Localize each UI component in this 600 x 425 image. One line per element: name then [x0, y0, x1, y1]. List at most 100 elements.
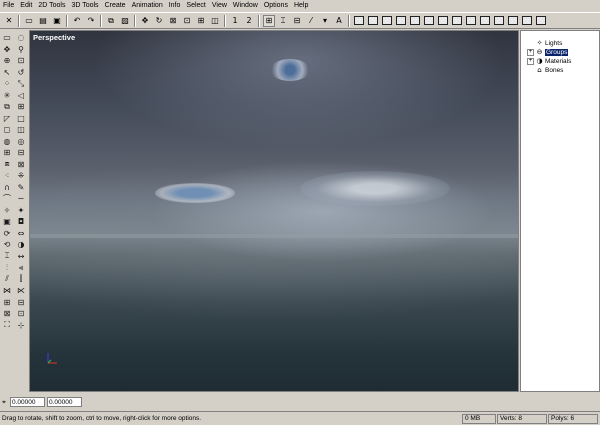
align-icon[interactable]: ⫶	[1, 262, 13, 273]
menu-options[interactable]: Options	[261, 0, 291, 12]
select-group-icon[interactable]: ⊞	[195, 15, 207, 27]
roll-icon[interactable]: ⟲	[1, 239, 13, 250]
tree-item-bones[interactable]: ⌂ Bones	[527, 66, 599, 75]
layout-d-icon[interactable]: ⊡	[15, 308, 27, 319]
scale-tool-icon[interactable]: ⤡	[15, 78, 27, 89]
menu-create[interactable]: Create	[102, 0, 129, 12]
eyedropper-icon[interactable]: ⁄	[305, 15, 317, 27]
menu-animation[interactable]: Animation	[129, 0, 166, 12]
select-face-icon[interactable]: ◫	[209, 15, 221, 27]
layout-four-b-icon[interactable]	[480, 16, 490, 25]
perspective-viewport[interactable]: Perspective	[29, 30, 519, 392]
cube-icon[interactable]: ◫	[15, 124, 27, 135]
height-icon[interactable]: ⌶	[1, 251, 13, 262]
y-coordinate-field[interactable]	[47, 397, 82, 407]
menu-info[interactable]: Info	[166, 0, 184, 12]
undo-icon[interactable]: ↶	[71, 15, 83, 27]
menu-help[interactable]: Help	[291, 0, 311, 12]
box-icon[interactable]: ◻	[1, 124, 13, 135]
layout-b-icon[interactable]: ⊟	[15, 297, 27, 308]
distribute-icon[interactable]: ⫷	[15, 262, 27, 273]
layout-c-icon[interactable]: ⊠	[1, 308, 13, 319]
layout-grid-icon[interactable]	[522, 16, 532, 25]
expand-icon[interactable]: +	[527, 49, 534, 56]
move-icon[interactable]: ✥	[139, 15, 151, 27]
layout-three-icon[interactable]	[396, 16, 406, 25]
light-icon[interactable]: ✧	[1, 205, 13, 216]
menu-window[interactable]: Window	[230, 0, 261, 12]
extrude-icon[interactable]: ⧈	[1, 159, 13, 170]
orbit-icon[interactable]: ⟳	[1, 228, 13, 239]
pointer-icon[interactable]: ↖	[1, 67, 13, 78]
layout-six-icon[interactable]	[508, 16, 518, 25]
bend-icon[interactable]: ⌒	[1, 193, 13, 204]
new-file-icon[interactable]: ▭	[23, 15, 35, 27]
pan-icon[interactable]: ✥	[1, 44, 13, 55]
pencil-icon[interactable]: ✎	[15, 182, 27, 193]
cylinder-icon[interactable]: ◍	[1, 136, 13, 147]
mesh-grid-icon[interactable]: ⊞	[1, 147, 13, 158]
menu-3d-tools[interactable]: 3D Tools	[68, 0, 101, 12]
view-1-button[interactable]: 1	[229, 15, 241, 27]
camera-target-icon[interactable]: ◘	[15, 216, 27, 227]
select-rect-icon[interactable]: ▭	[1, 32, 13, 43]
zoom-fit-icon[interactable]: ⊡	[15, 55, 27, 66]
magnet-icon[interactable]: ∩	[1, 182, 13, 193]
menu-select[interactable]: Select	[183, 0, 208, 12]
scale-icon[interactable]: ⊠	[167, 15, 179, 27]
reset-icon[interactable]: ⊹	[15, 320, 27, 331]
layout-three-b-icon[interactable]	[410, 16, 420, 25]
sphere-icon[interactable]: ◎	[15, 136, 27, 147]
zoom-region-icon[interactable]: ⊕	[1, 55, 13, 66]
layout-quad-b-icon[interactable]	[452, 16, 462, 25]
dolly-icon[interactable]: ⇔	[15, 228, 27, 239]
connect-icon[interactable]: ⁜	[15, 170, 27, 181]
layout-single-icon[interactable]	[354, 16, 364, 25]
twist-icon[interactable]: ∽	[15, 193, 27, 204]
spotlight-icon[interactable]: ✦	[15, 205, 27, 216]
lasso-icon[interactable]: ◌	[15, 32, 27, 43]
menu-edit[interactable]: Edit	[17, 0, 35, 12]
close-icon[interactable]: ✕	[3, 15, 15, 27]
x-coordinate-field[interactable]	[10, 397, 45, 407]
split-icon[interactable]: ⋉	[15, 285, 27, 296]
lathe-icon[interactable]: ⊠	[15, 159, 27, 170]
frame-icon[interactable]: ⌶	[277, 15, 289, 27]
open-folder-icon[interactable]: ▤	[37, 15, 49, 27]
explode-icon[interactable]: ✳	[1, 90, 13, 101]
tree-item-materials[interactable]: + ◑ Materials	[527, 57, 599, 66]
save-icon[interactable]: ▣	[51, 15, 63, 27]
paste-icon[interactable]: ▨	[119, 15, 131, 27]
vertex-move-icon[interactable]: ⁘	[1, 78, 13, 89]
fov-icon[interactable]: ◑	[15, 239, 27, 250]
layout-vsplit-icon[interactable]	[368, 16, 378, 25]
grid-tool-icon[interactable]: ⊞	[15, 101, 27, 112]
layout-a-icon[interactable]: ⊞	[1, 297, 13, 308]
tree-item-lights[interactable]: ✧ Lights	[527, 39, 599, 48]
layout-four-c-icon[interactable]	[494, 16, 504, 25]
nodes-icon[interactable]: ⁖	[1, 170, 13, 181]
view-2-button[interactable]: 2	[243, 15, 255, 27]
copy-icon[interactable]: ⧉	[105, 15, 117, 27]
square-icon[interactable]: □	[15, 113, 27, 124]
flip-icon[interactable]: ⫿	[15, 274, 27, 285]
expand-icon[interactable]: +	[527, 58, 534, 65]
camera-icon[interactable]: ▣	[1, 216, 13, 227]
width-icon[interactable]: ↔	[15, 251, 27, 262]
wire-icon[interactable]: ⊟	[291, 15, 303, 27]
copy-tool-icon[interactable]: ⧉	[1, 101, 13, 112]
tree-item-groups[interactable]: + ⊖ Groups	[527, 48, 599, 57]
menu-2d-tools[interactable]: 2D Tools	[35, 0, 68, 12]
layout-wide-icon[interactable]	[536, 16, 546, 25]
paint-icon[interactable]: ▾	[319, 15, 331, 27]
grid-icon[interactable]: ⊞	[263, 14, 275, 27]
layout-hsplit-icon[interactable]	[382, 16, 392, 25]
text-icon[interactable]: A	[333, 15, 345, 27]
layout-four-icon[interactable]	[466, 16, 476, 25]
arrow-tool-icon[interactable]: ◁	[15, 90, 27, 101]
select-object-icon[interactable]: ⊡	[181, 15, 193, 27]
bounding-box-icon[interactable]: ⛶	[1, 320, 13, 331]
triangle-icon[interactable]: ◸	[1, 113, 13, 124]
weld-icon[interactable]: ⋈	[1, 285, 13, 296]
menu-file[interactable]: File	[0, 0, 17, 12]
